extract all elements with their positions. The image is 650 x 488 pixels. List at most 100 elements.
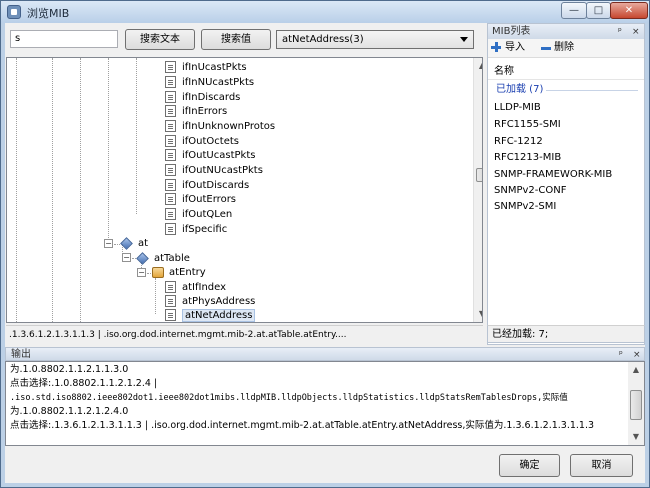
cancel-button[interactable]: 取消 xyxy=(570,454,633,477)
leaf-node-icon xyxy=(165,193,176,205)
plus-icon xyxy=(491,42,501,52)
loaded-group[interactable]: 已加载 (7) xyxy=(496,83,543,97)
output-line: 点击选择:.1.0.8802.1.1.2.1.2.4 | xyxy=(10,378,158,389)
tree-item[interactable]: atIfIndex xyxy=(165,280,226,295)
mib-tree[interactable]: ifInUcastPkts ifInNUcastPkts ifInDiscard… xyxy=(6,57,483,323)
leaf-node-icon xyxy=(165,76,176,88)
tree-item[interactable]: ifOutOctets xyxy=(165,134,239,149)
output-line: .iso.std.iso8802.ieee802dot1.ieee802dot1… xyxy=(10,393,568,403)
tree-item-selected[interactable]: atNetAddress xyxy=(165,308,256,322)
tree-item-label: ifInDiscards xyxy=(182,92,241,103)
leaf-node-icon xyxy=(165,179,176,191)
oid-node-icon xyxy=(136,252,149,265)
tree-item[interactable]: ifOutNUcastPkts xyxy=(165,163,263,178)
tree-item-attable[interactable]: atTable xyxy=(136,251,190,266)
tree-item-label: atEntry xyxy=(169,267,206,278)
search-input[interactable]: s xyxy=(10,30,118,48)
output-log[interactable]: 为.1.0.8802.1.1.2.1.1.3.0 点击选择:.1.0.8802.… xyxy=(5,361,645,446)
mib-list-item[interactable]: SNMP-FRAMEWORK-MIB xyxy=(494,167,612,183)
tree-guide-line xyxy=(136,58,137,214)
mib-list-item[interactable]: SNMPv2-SMI xyxy=(494,199,556,215)
tree-item-label: ifOutDiscards xyxy=(182,180,250,191)
minus-icon xyxy=(541,47,551,50)
tree-item[interactable]: ifInUnknownProtos xyxy=(165,119,275,134)
scroll-down-arrow-icon[interactable]: ▼ xyxy=(628,429,644,445)
search-value-button[interactable]: 搜索值 xyxy=(201,29,271,50)
mib-list-item[interactable]: RFC1155-SMI xyxy=(494,117,561,133)
scroll-thumb[interactable] xyxy=(630,390,642,420)
scroll-thumb[interactable] xyxy=(476,168,482,182)
tree-item-label: ifInNUcastPkts xyxy=(182,77,255,88)
search-result-select-value: atNetAddress(3) xyxy=(282,34,364,45)
pin-icon[interactable]: ᵖ xyxy=(618,25,622,40)
close-icon[interactable]: × xyxy=(633,348,641,362)
tree-item[interactable]: ifOutErrors xyxy=(165,192,236,207)
tree-item-label: ifOutQLen xyxy=(182,209,233,220)
mib-panel-header: MIB列表 ᵖ × xyxy=(488,24,644,39)
close-icon[interactable]: × xyxy=(632,25,640,40)
tree-item[interactable]: atPhysAddress xyxy=(165,294,255,309)
tree-item-label: ifOutOctets xyxy=(182,136,240,147)
oid-status-bar: .1.3.6.1.2.1.3.1.1.3 | .iso.org.dod.inte… xyxy=(6,325,483,343)
output-line: 点击选择:.1.3.6.1.2.1.3.1.1.3 | .iso.org.dod… xyxy=(10,420,595,431)
leaf-node-icon xyxy=(165,281,176,293)
tree-item[interactable]: ifInNUcastPkts xyxy=(165,75,254,90)
search-text-button[interactable]: 搜索文本 xyxy=(125,29,195,50)
tree-collapse-toggle[interactable]: − xyxy=(104,239,113,248)
tree-item-label: ifOutUcastPkts xyxy=(182,150,256,161)
title-bar: 浏览MIB — □ ✕ xyxy=(1,1,649,23)
tree-guide-line xyxy=(108,58,109,242)
table-entry-icon xyxy=(152,267,164,278)
tree-item[interactable]: ifInDiscards xyxy=(165,90,240,105)
tree-item[interactable]: ifOutDiscards xyxy=(165,178,249,193)
mib-list-item[interactable]: LLDP-MIB xyxy=(494,100,541,116)
tree-item[interactable]: ifOutQLen xyxy=(165,207,232,222)
leaf-node-icon xyxy=(165,120,176,132)
leaf-node-icon xyxy=(165,223,176,235)
leaf-node-icon xyxy=(165,208,176,220)
tree-guide-line xyxy=(80,58,81,322)
mib-status-bar: 已经加载: 7; xyxy=(487,325,645,343)
tree-item-label: ifOutNUcastPkts xyxy=(182,165,263,176)
tree-item[interactable]: ifInUcastPkts xyxy=(165,60,247,75)
tree-item-label: ifInUcastPkts xyxy=(182,62,247,73)
pin-icon[interactable]: ᵖ xyxy=(619,348,623,362)
mib-list-item[interactable]: RFC1213-MIB xyxy=(494,150,561,166)
tree-connector xyxy=(147,273,151,274)
tree-scrollbar[interactable]: ▲ ▼ xyxy=(473,58,482,322)
mib-list-item[interactable]: RFC-1212 xyxy=(494,134,543,150)
minimize-button[interactable]: — xyxy=(561,2,587,19)
mib-panel-title: MIB列表 xyxy=(492,26,531,37)
tree-item-at[interactable]: at xyxy=(120,236,149,251)
maximize-button[interactable]: □ xyxy=(586,2,611,19)
import-button[interactable]: 导入 xyxy=(505,41,525,55)
leaf-node-icon xyxy=(165,309,176,321)
scroll-up-arrow-icon[interactable]: ▲ xyxy=(474,58,482,74)
mib-list-item[interactable]: SNMPv2-CONF xyxy=(494,183,566,199)
search-result-select[interactable]: atNetAddress(3) xyxy=(276,30,474,49)
leaf-node-icon xyxy=(165,164,176,176)
window-title: 浏览MIB xyxy=(27,7,70,20)
tree-collapse-toggle[interactable]: − xyxy=(122,253,131,262)
output-panel-header: 输出 ᵖ × xyxy=(5,347,645,361)
column-header-name[interactable]: 名称 xyxy=(488,64,644,80)
output-scrollbar[interactable]: ▲ ▼ xyxy=(628,362,644,445)
oid-node-icon xyxy=(120,237,133,250)
chevron-down-icon xyxy=(460,37,468,42)
ok-button[interactable]: 确定 xyxy=(499,454,560,477)
leaf-node-icon xyxy=(165,61,176,73)
close-button[interactable]: ✕ xyxy=(610,2,648,19)
tree-item[interactable]: ifInErrors xyxy=(165,104,227,119)
leaf-node-icon xyxy=(165,295,176,307)
output-panel-title: 输出 xyxy=(11,349,31,360)
tree-collapse-toggle[interactable]: − xyxy=(137,268,146,277)
scroll-up-arrow-icon[interactable]: ▲ xyxy=(628,362,644,378)
tree-item-label: at xyxy=(138,238,149,249)
tree-item[interactable]: ifOutUcastPkts xyxy=(165,148,255,163)
tree-item-label: ifOutErrors xyxy=(182,194,237,205)
scroll-down-arrow-icon[interactable]: ▼ xyxy=(474,306,482,322)
tree-item[interactable]: ifSpecific xyxy=(165,222,227,237)
tree-item-label: atNetAddress xyxy=(182,309,256,322)
tree-item-atentry[interactable]: atEntry xyxy=(152,265,206,280)
delete-button[interactable]: 删除 xyxy=(554,41,574,55)
